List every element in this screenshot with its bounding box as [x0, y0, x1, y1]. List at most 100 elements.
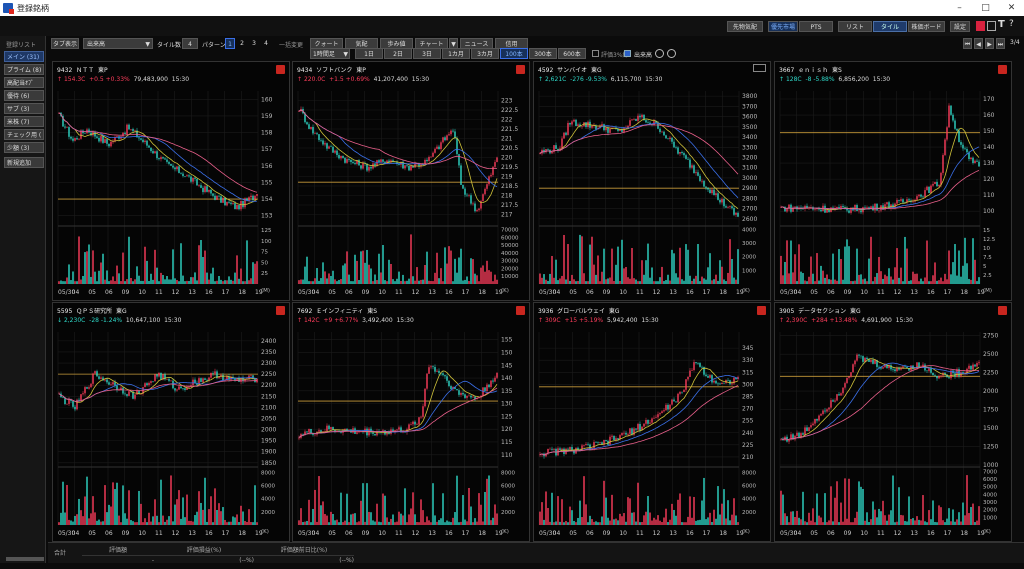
minimize-icon[interactable]: –	[947, 0, 972, 16]
volume-bar	[902, 515, 904, 525]
help-icon[interactable]: ?	[1009, 19, 1018, 31]
price-chart[interactable]: 1000125015001750200022502500275010002000…	[775, 327, 1013, 539]
stock-tile[interactable]: 7692 Ｅインフィニティ 東S ↑ 142C +9 +6.77% 3,492,4…	[292, 302, 530, 542]
volume-bar	[585, 504, 587, 525]
span-3m-button[interactable]: 3カ月	[471, 48, 499, 59]
close-icon[interactable]: ✕	[999, 0, 1024, 16]
interval-select[interactable]: 1時間足 ▼	[310, 48, 350, 59]
futures-quote-button[interactable]: 先物気配	[727, 21, 763, 32]
pnl-header: 評価損益(%)	[186, 547, 222, 554]
volume-bar	[541, 277, 543, 284]
pattern-3-button[interactable]: 3	[249, 38, 259, 49]
price-chart[interactable]: 1850190019502000205021002150220022502300…	[53, 327, 291, 539]
span-3d-button[interactable]: 3日	[413, 48, 441, 59]
alert-flag-icon[interactable]	[757, 306, 766, 315]
alert-flag-icon[interactable]	[998, 65, 1007, 74]
stock-tile[interactable]: 4592 サンバイオ 東G ↑ 2,621C -276 -9.53% 6,115,…	[533, 61, 771, 301]
alert-flag-icon[interactable]	[276, 306, 285, 315]
price-chart[interactable]: 153154155156157158159160255075100125(M)0…	[53, 86, 291, 298]
stock-tile[interactable]: 9434 ソフトバンク 東P ↑ 220.0C +1.5 +0.69% 41,20…	[292, 61, 530, 301]
tile-view-button[interactable]: タイル	[873, 21, 907, 32]
price-chart[interactable]: 1001101201301401501601702.557.51012.515(…	[775, 86, 1013, 298]
stock-tile[interactable]: 3936 グローバルウェイ 東G ↑ 309C +15 +5.19% 5,942,…	[533, 302, 771, 542]
sidebar-item-main[interactable]: メイン (31)	[4, 51, 44, 62]
candle	[918, 362, 920, 367]
sidebar-item-prime[interactable]: プライム (8)	[4, 64, 44, 75]
span-100-button[interactable]: 100本	[500, 48, 528, 59]
date-tick-label: 05	[569, 289, 577, 296]
settings-button[interactable]: 設定	[950, 21, 970, 32]
stock-tile[interactable]: 3905 データセクション 東G ↑ 2,390C +284 +13.48% 4,…	[774, 302, 1012, 542]
pattern-1-button[interactable]: 1	[225, 38, 235, 49]
volume-bar	[816, 493, 818, 525]
pts-button[interactable]: PTS	[799, 21, 833, 32]
candle	[176, 389, 178, 391]
span-600-button[interactable]: 600本	[558, 48, 586, 59]
sidebar-item-sub[interactable]: サブ (3)	[4, 103, 44, 114]
pattern-4-button[interactable]: 4	[261, 38, 271, 49]
volume-bar	[890, 276, 892, 284]
candle	[589, 444, 591, 450]
volume-bar	[543, 519, 545, 525]
volume-bar	[74, 515, 76, 525]
span-2d-button[interactable]: 2日	[384, 48, 412, 59]
last-page-icon[interactable]: ⏭	[996, 38, 1005, 49]
candle	[647, 419, 649, 424]
alert-flag-icon[interactable]	[276, 65, 285, 74]
price-chart[interactable]: 2102252402552702853003153303452000400060…	[534, 327, 772, 539]
ma3-checkbox[interactable]	[592, 50, 599, 57]
alert-flag-icon[interactable]	[998, 306, 1007, 315]
tab-display-button[interactable]: タブ表示	[51, 38, 79, 49]
maximize-icon[interactable]: □	[973, 0, 998, 16]
export-icon[interactable]	[987, 21, 996, 31]
span-1d-button[interactable]: 1日	[355, 48, 383, 59]
sidebar-item-check[interactable]: チェック用 (	[4, 129, 44, 140]
sidebar-item-benefits[interactable]: 優待 (6)	[4, 90, 44, 101]
zoom-out-icon[interactable]	[667, 49, 676, 58]
sort-select[interactable]: 出来高 ▼	[83, 38, 153, 49]
tile-count-input[interactable]: 4	[182, 38, 198, 49]
span-1m-button[interactable]: 1カ月	[442, 48, 470, 59]
stock-tile[interactable]: 9432 ＮＴＴ 東P ↑ 154.3C +0.5 +0.33% 79,483,9…	[52, 61, 290, 301]
sidebar-item-us-stocks[interactable]: 米株 (7)	[4, 116, 44, 127]
volume-bar	[611, 248, 613, 284]
zoom-in-icon[interactable]	[655, 49, 664, 58]
date-tick-label: 06	[105, 530, 113, 537]
stock-board-button[interactable]: 株価ボード	[908, 21, 945, 32]
candle	[188, 386, 190, 388]
pattern-2-button[interactable]: 2	[237, 38, 247, 49]
candle	[378, 160, 380, 163]
candle	[689, 159, 691, 168]
volume-bar	[250, 278, 252, 284]
price-chart[interactable]: 2600270028002900300031003200330034003500…	[534, 86, 772, 298]
volume-bar	[384, 280, 386, 284]
price-chart[interactable]: 217217.5218218.5219219.5220220.5221221.5…	[293, 86, 531, 298]
sidebar-item-high-dividend[interactable]: 高配当ｵﾌﾟ	[4, 77, 44, 88]
volume-bar	[643, 274, 645, 284]
y-tick-label: 2400	[261, 338, 276, 345]
date-tick-label: 18	[478, 530, 486, 537]
add-new-list-button[interactable]: 新規追加	[4, 157, 44, 168]
stock-tile[interactable]: 3667 ｅｎｉｓｈ 東S ↑ 128C -8 -5.88% 6,856,200 …	[774, 61, 1012, 301]
span-300-button[interactable]: 300本	[529, 48, 557, 59]
volume-bar	[198, 491, 200, 525]
sidebar-scrollbar[interactable]	[6, 557, 44, 561]
alert-flag-icon[interactable]	[516, 306, 525, 315]
text-size-icon[interactable]: T	[998, 19, 1007, 31]
volume-bar	[954, 244, 956, 284]
link-icon[interactable]	[976, 21, 985, 31]
priority-market-button[interactable]: 優先市場	[768, 21, 798, 32]
sidebar-item-small[interactable]: 少額 (3)	[4, 142, 44, 153]
first-page-icon[interactable]: ⏮	[963, 38, 972, 49]
alert-flag-icon[interactable]	[516, 65, 525, 74]
next-page-icon[interactable]: ▶	[985, 38, 994, 49]
prev-page-icon[interactable]: ◀	[974, 38, 983, 49]
date-tick-label: 12	[894, 289, 902, 296]
volume-bar	[964, 515, 966, 525]
volume-checkbox[interactable]	[624, 50, 631, 57]
stock-tile[interactable]: 5595 ＱＰＳ研究所 東G ↓ 2,230C -28 -1.24% 10,647…	[52, 302, 290, 542]
price-chart[interactable]: 1101151201251301351401451501552000400060…	[293, 327, 531, 539]
list-view-button[interactable]: リスト	[838, 21, 872, 32]
volume-bar	[860, 486, 862, 525]
y-tick-label: 2500	[983, 351, 998, 358]
